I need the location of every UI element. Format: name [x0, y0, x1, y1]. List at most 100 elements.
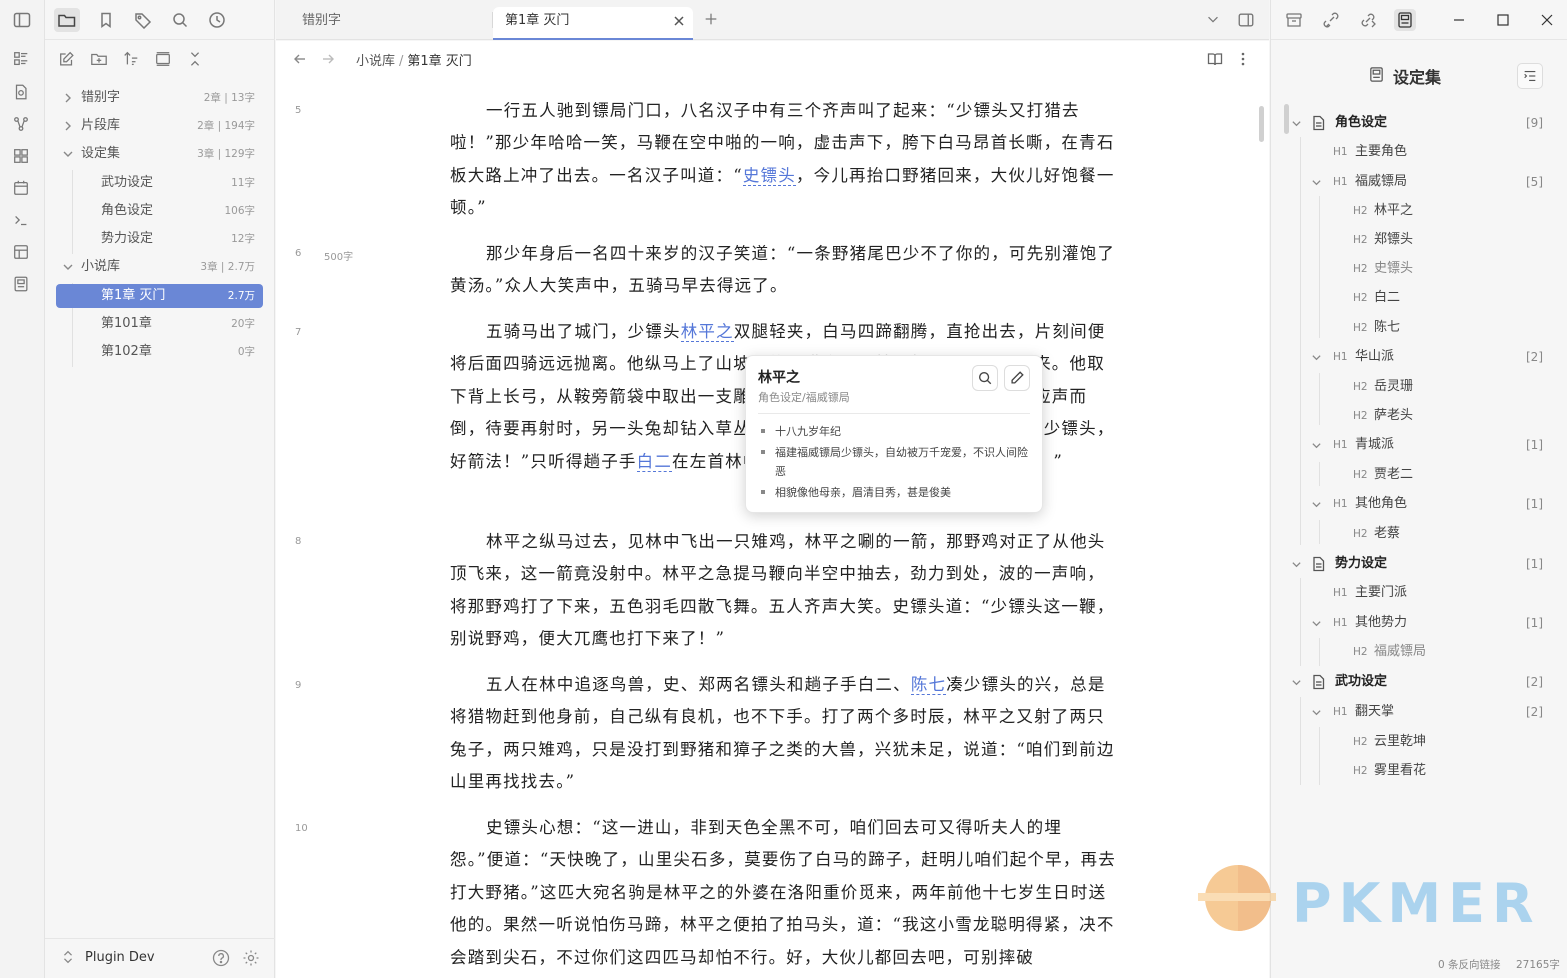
folder-settings[interactable]: 设定集 3章 | 129字	[56, 142, 263, 166]
outline-heading[interactable]: H2 陈七	[1271, 317, 1521, 339]
outline-heading[interactable]: H1 青城派	[1271, 434, 1521, 456]
outline-heading[interactable]: H2 贾老二	[1271, 464, 1521, 486]
file-chapter-1[interactable]: 第1章 灭门 2.7万	[56, 284, 263, 308]
backlink-icon[interactable]	[1320, 9, 1342, 31]
outline-heading[interactable]: H2 萨老头	[1271, 405, 1521, 427]
outline-heading[interactable]: H2 白二	[1271, 287, 1521, 309]
breadcrumb-current[interactable]: 第1章 灭门	[407, 54, 471, 69]
character-link[interactable]: 史镖头	[742, 165, 796, 186]
character-link[interactable]: 陈七	[910, 675, 947, 695]
folder-novels[interactable]: 小说库 3章 | 2.7万	[56, 255, 263, 279]
folder-typo[interactable]: 错别字 2章 | 13字	[56, 86, 263, 110]
vault-switcher[interactable]: Plugin Dev	[45, 938, 275, 978]
archive-icon[interactable]	[1283, 9, 1305, 31]
outline-heading[interactable]: H2 林平之	[1271, 200, 1521, 222]
novel-settings-icon[interactable]	[1394, 9, 1416, 31]
chevron-down-icon[interactable]	[1291, 559, 1302, 570]
tab-typo[interactable]: 错别字	[290, 7, 490, 40]
outline-label: 势力设定	[1335, 556, 1388, 571]
terminal-icon[interactable]	[12, 211, 32, 231]
outline-heading[interactable]: H1 主要角色	[1271, 141, 1521, 163]
character-link[interactable]: 白二	[636, 451, 673, 472]
new-tab-plus-icon[interactable]	[703, 11, 721, 29]
backlinks-status[interactable]: 0 条反向链接	[1438, 957, 1501, 972]
maximize-icon[interactable]	[1492, 9, 1514, 31]
outline-heading[interactable]: H2 福威镖局	[1271, 641, 1521, 663]
clock-icon[interactable]	[204, 8, 230, 32]
outline-label: 角色设定	[1335, 115, 1388, 130]
novel-settings-icon[interactable]	[12, 275, 32, 295]
outgoing-link-icon[interactable]	[1357, 9, 1379, 31]
chevron-down-icon[interactable]	[1311, 440, 1322, 451]
folder-fragments[interactable]: 片段库 2章 | 194字	[56, 114, 263, 138]
search-icon[interactable]	[167, 8, 193, 32]
folder-count: 2章 | 13字	[203, 92, 255, 104]
layout-icon[interactable]	[12, 243, 32, 263]
calendar-icon[interactable]	[12, 179, 32, 199]
vault-name[interactable]: Plugin Dev	[85, 950, 155, 965]
search-icon[interactable]	[972, 365, 998, 391]
outline-heading[interactable]: H2 雾里看花	[1271, 760, 1521, 782]
outline-heading[interactable]: H1 其他角色	[1271, 493, 1521, 515]
outline-file[interactable]: 势力设定	[1271, 553, 1521, 575]
outline-heading[interactable]: H2 史镖头	[1271, 258, 1521, 280]
collapse-view-icon[interactable]	[154, 50, 174, 70]
outline-heading[interactable]: H1 华山派	[1271, 346, 1521, 368]
chevron-down-icon[interactable]	[1311, 707, 1322, 718]
back-arrow-icon[interactable]	[292, 51, 308, 67]
outline-heading[interactable]: H2 云里乾坤	[1271, 731, 1521, 753]
grid-icon[interactable]	[12, 147, 32, 167]
file-chapter-102[interactable]: 第102章 0字	[56, 340, 263, 364]
file-characters[interactable]: 角色设定 106字	[56, 199, 263, 223]
reading-view-icon[interactable]	[1207, 51, 1223, 67]
outline-heading[interactable]: H2 郑镖头	[1271, 229, 1521, 251]
more-options-icon[interactable]	[1235, 51, 1251, 67]
chevron-down-icon[interactable]	[1311, 499, 1322, 510]
outline-file[interactable]: 武功设定	[1271, 671, 1521, 693]
forward-arrow-icon[interactable]	[320, 51, 336, 67]
tab-list-chevron-icon[interactable]	[1205, 11, 1223, 29]
bookmark-icon[interactable]	[93, 8, 119, 32]
right-sidebar-toggle-icon[interactable]	[1237, 11, 1255, 29]
help-icon[interactable]	[212, 949, 230, 967]
new-folder-icon[interactable]	[90, 50, 110, 70]
file-count: 12字	[231, 233, 255, 245]
document-icon[interactable]	[12, 83, 32, 103]
sort-icon[interactable]	[122, 50, 142, 70]
folder-icon[interactable]	[54, 8, 80, 32]
chevron-down-icon[interactable]	[1311, 618, 1322, 629]
tab-chapter-1[interactable]: 第1章 灭门	[493, 7, 693, 40]
outline-heading[interactable]: H2 老蔡	[1271, 523, 1521, 545]
outline-heading[interactable]: H1 福威镖局	[1271, 171, 1521, 193]
new-note-icon[interactable]	[58, 50, 78, 70]
chevron-down-icon[interactable]	[1311, 177, 1322, 188]
chevron-down-icon[interactable]	[1311, 352, 1322, 363]
outline-heading[interactable]: H1 主要门派	[1271, 582, 1521, 604]
sidebar-toggle-icon[interactable]	[12, 10, 32, 30]
graph-icon[interactable]	[12, 115, 32, 135]
file-count: 106字	[224, 205, 255, 217]
outline-heading[interactable]: H1 其他势力	[1271, 612, 1521, 634]
file-factions[interactable]: 势力设定 12字	[56, 227, 263, 251]
editor-scrollbar[interactable]	[1259, 106, 1264, 142]
outline-list-icon[interactable]	[12, 50, 32, 70]
character-link[interactable]: 林平之	[680, 322, 734, 342]
outline-collapse-icon[interactable]	[1517, 63, 1543, 89]
collapse-all-icon[interactable]	[186, 50, 206, 70]
file-chapter-101[interactable]: 第101章 20字	[56, 312, 263, 336]
settings-gear-icon[interactable]	[242, 949, 260, 967]
outline-heading[interactable]: H2 岳灵珊	[1271, 376, 1521, 398]
breadcrumb-parent[interactable]: 小说库	[356, 54, 395, 69]
minimize-icon[interactable]	[1448, 9, 1470, 31]
tag-icon[interactable]	[130, 8, 156, 32]
file-count: 2.7万	[227, 290, 255, 302]
close-icon[interactable]	[673, 15, 685, 27]
file-martial-arts[interactable]: 武功设定 11字	[56, 171, 263, 195]
outline-heading[interactable]: H1 翻天掌	[1271, 701, 1521, 723]
chevron-down-icon[interactable]	[1291, 118, 1302, 129]
window-close-icon[interactable]	[1536, 9, 1558, 31]
chevron-down-icon[interactable]	[1291, 677, 1302, 688]
outline-label: 云里乾坤	[1374, 734, 1427, 749]
edit-pencil-icon[interactable]	[1004, 365, 1030, 391]
outline-file[interactable]: 角色设定	[1271, 112, 1521, 134]
